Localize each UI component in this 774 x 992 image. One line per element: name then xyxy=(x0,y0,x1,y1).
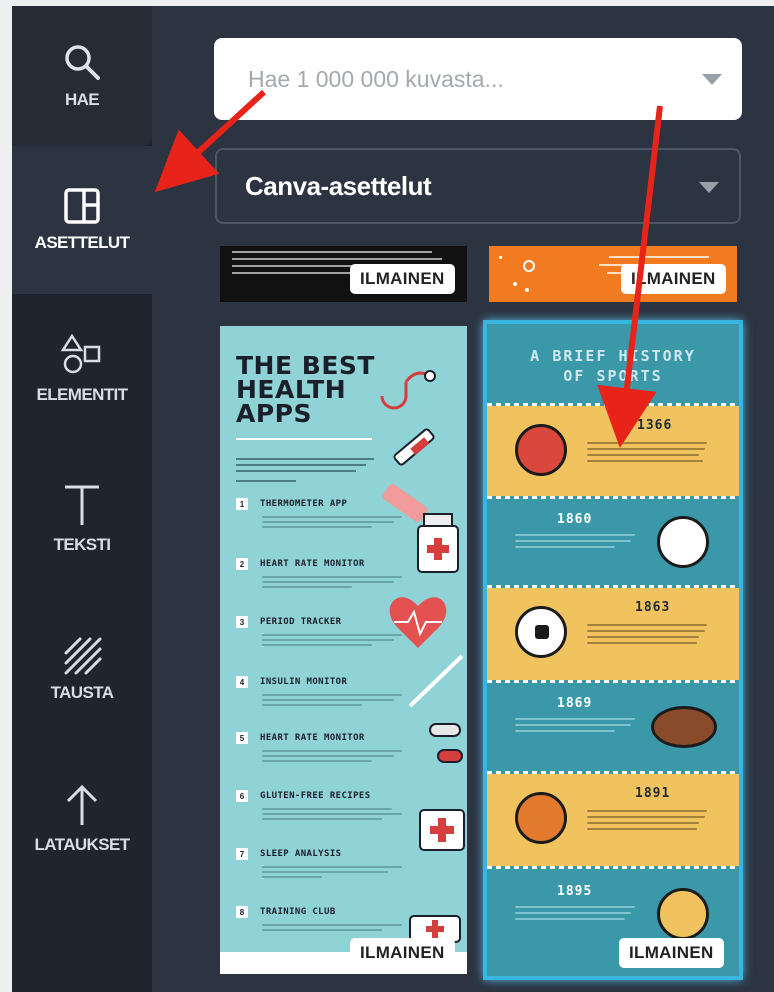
search-icon xyxy=(62,42,102,82)
search-input[interactable] xyxy=(246,64,690,94)
list-item: 2 HEART RATE MONITOR xyxy=(236,558,365,570)
list-item: 1 THERMOMETER APP xyxy=(236,498,347,510)
sidebar-item-layouts[interactable]: ASETTELUT xyxy=(12,146,152,294)
baseball-icon xyxy=(657,516,709,568)
text-icon xyxy=(62,483,102,527)
timeline-entry: 1869 xyxy=(487,686,739,766)
chevron-down-icon[interactable] xyxy=(699,182,719,193)
sidebar-item-label: HAE xyxy=(64,90,100,109)
layout-category-select[interactable]: Canva-asettelut xyxy=(215,148,741,224)
free-badge: ILMAINEN xyxy=(621,264,726,294)
layouts-panel: Canva-asettelut ILMAINEN xyxy=(152,6,774,992)
volleyball-icon xyxy=(657,888,709,940)
template-card[interactable]: ILMAINEN xyxy=(220,246,467,302)
list-item: 5 HEART RATE MONITOR xyxy=(236,732,365,744)
template-title: A BRIEF HISTORY OF SPORTS xyxy=(530,347,696,385)
layout-category-value: Canva-asettelut xyxy=(245,170,432,201)
health-illustrations xyxy=(380,370,465,943)
template-title: THE BEST HEALTH APPS xyxy=(236,351,375,428)
free-badge: ILMAINEN xyxy=(350,938,455,968)
basketball-icon xyxy=(515,792,567,844)
template-card[interactable]: ILMAINEN xyxy=(489,246,737,302)
timeline-entry: 1863 xyxy=(487,585,739,683)
template-intro xyxy=(236,454,376,490)
shapes-icon xyxy=(60,333,104,377)
american-football-icon xyxy=(651,706,717,748)
upload-arrow-icon xyxy=(62,783,102,827)
divider xyxy=(236,438,372,440)
free-badge: ILMAINEN xyxy=(350,264,455,294)
list-item: 4 INSULIN MONITOR xyxy=(236,676,347,688)
sidebar-item-uploads[interactable]: LATAUKSET xyxy=(12,744,152,894)
list-item: 8 TRAINING CLUB xyxy=(236,906,336,918)
sidebar-item-label: LATAUKSET xyxy=(34,835,130,854)
soccer-ball-icon xyxy=(515,606,567,658)
app-window: HAE ASETTELUT ELEMENTIT TEKSTI TAUSTA LA… xyxy=(12,6,774,992)
sidebar-item-text[interactable]: TEKSTI xyxy=(12,444,152,594)
template-card[interactable]: THE BEST HEALTH APPS 1 THERMOMETER APP 2H… xyxy=(220,326,467,974)
chevron-down-icon[interactable] xyxy=(702,74,722,85)
list-item: 3 PERIOD TRACKER xyxy=(236,616,341,628)
bowling-ball-icon xyxy=(515,424,567,476)
free-badge: ILMAINEN xyxy=(619,938,724,968)
template-card-selected[interactable]: A BRIEF HISTORY OF SPORTS 1366 1860 1863 xyxy=(487,324,739,976)
sidebar-item-label: ASETTELUT xyxy=(34,233,130,252)
sidebar-item-label: TAUSTA xyxy=(50,683,114,702)
list-item: 6 GLUTEN-FREE RECIPES xyxy=(236,790,371,802)
sidebar: HAE ASETTELUT ELEMENTIT TEKSTI TAUSTA LA… xyxy=(12,6,152,992)
sidebar-item-search[interactable]: HAE xyxy=(12,6,152,146)
timeline-entry: 1366 xyxy=(487,403,739,499)
search-box[interactable] xyxy=(214,38,742,120)
sidebar-item-background[interactable]: TAUSTA xyxy=(12,594,152,744)
sidebar-item-label: ELEMENTIT xyxy=(36,385,129,404)
list-item: 7 SLEEP ANALYSIS xyxy=(236,848,341,860)
background-pattern-icon xyxy=(62,635,102,675)
sidebar-item-label: TEKSTI xyxy=(53,535,111,554)
timeline-entry: 1860 xyxy=(487,502,739,582)
sidebar-item-elements[interactable]: ELEMENTIT xyxy=(12,294,152,444)
layout-icon xyxy=(63,187,101,225)
timeline-entry: 1891 xyxy=(487,771,739,869)
